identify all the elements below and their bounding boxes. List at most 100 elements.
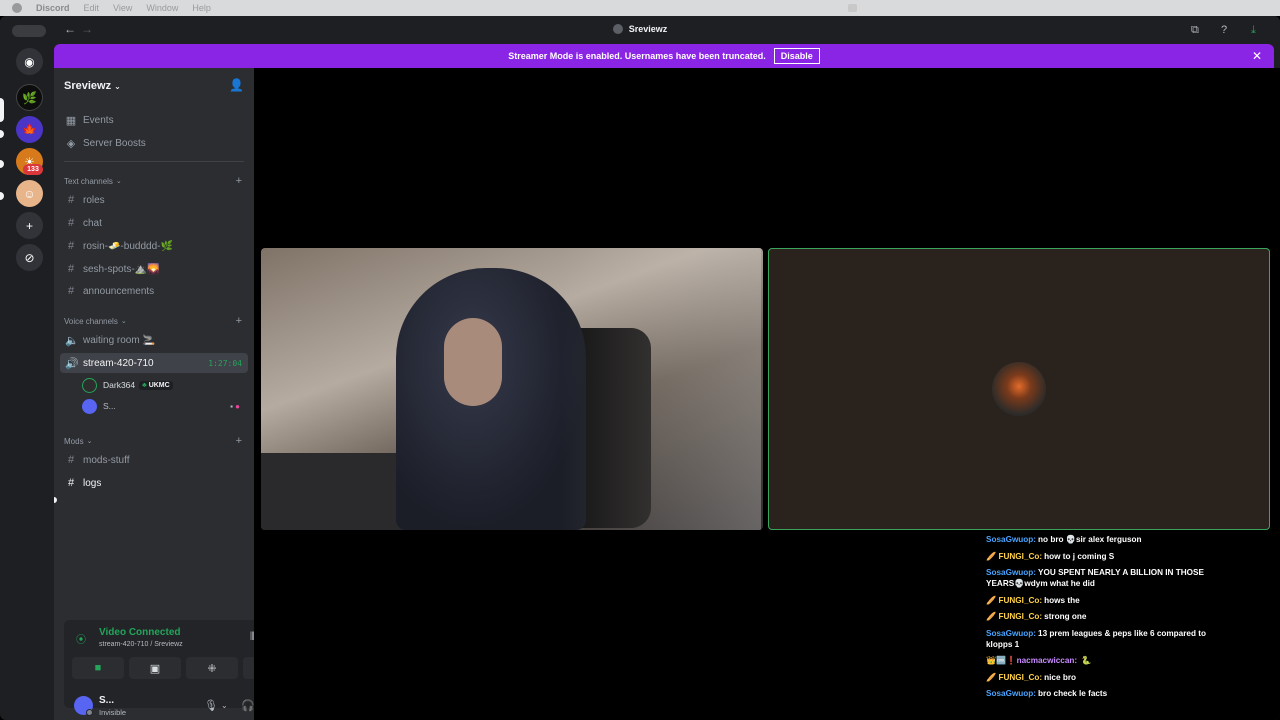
channel-sesh-spots[interactable]: # sesh-spots-⛰️🌄: [60, 259, 248, 279]
chat-message: SosaGwuop: bro check le facts: [986, 688, 1231, 699]
menu-app[interactable]: Discord: [36, 3, 70, 13]
chat-user: FUNGI_Co:: [998, 551, 1043, 561]
video-tile-stream[interactable]: [261, 248, 763, 530]
channel-rosin[interactable]: # rosin-🧈-budddd-🌿: [60, 236, 248, 256]
selected-pill: [0, 98, 4, 122]
video-tile-user[interactable]: [768, 248, 1270, 530]
download-icon[interactable]: ⤓: [1251, 24, 1256, 37]
chat-message: 🥖 FUNGI_Co: nice bro: [986, 672, 1231, 683]
server-leaf-icon[interactable]: 🍁: [16, 116, 43, 143]
voice-user-self[interactable]: S... ▪ ●: [82, 396, 248, 416]
category-mods[interactable]: Mods ⌄ +: [64, 434, 244, 448]
chat-message: 🥖 FUNGI_Co: strong one: [986, 611, 1231, 622]
channel-chat[interactable]: # chat: [60, 213, 248, 233]
unread-pill: [0, 130, 4, 138]
discord-home-icon[interactable]: ◉: [16, 48, 43, 75]
channel-sidebar: Sreviewz ⌄ 👤 ▦ Events ◈ Server Boosts Text …: [54, 68, 304, 720]
add-channel-icon[interactable]: +: [236, 435, 242, 447]
channel-roles[interactable]: # roles: [60, 190, 248, 210]
apple-icon[interactable]: [12, 3, 22, 13]
server-sreviewz-icon[interactable]: 🌿: [16, 84, 43, 111]
hash-icon: #: [67, 194, 75, 206]
hash-icon: #: [67, 240, 75, 252]
chat-text: 🐍: [1081, 656, 1092, 665]
server-header[interactable]: Sreviewz ⌄ 👤: [54, 68, 254, 104]
voice-sub[interactable]: stream-420-710 / Sreviewz: [99, 641, 183, 648]
chevron-down-icon: ⌄: [120, 318, 127, 325]
channel-mods-stuff[interactable]: # mods-stuff: [60, 450, 248, 470]
channel-announcements[interactable]: # announcements: [60, 281, 248, 301]
chat-text: bro check le facts: [1038, 689, 1108, 698]
banner-text: Streamer Mode is enabled. Usernames have…: [508, 51, 766, 61]
chat-text: hows the: [1044, 595, 1080, 605]
server-rail: ◉ 🌿 🍁 ☀ 133 ☺ + ⊘: [0, 44, 56, 720]
close-icon[interactable]: ✕: [1252, 49, 1262, 63]
chat-message: SosaGwuop: YOU SPENT NEARLY A BILLION IN …: [986, 567, 1231, 589]
unread-indicator: [54, 497, 57, 503]
chat-user: nacmacwiccan:: [1016, 656, 1078, 665]
channel-label: sesh-spots-⛰️🌄: [83, 263, 160, 275]
voice-channel-stream[interactable]: 🔊 stream-420-710 1:27:04: [60, 353, 248, 373]
chat-message: 🥖 FUNGI_Co: hows the: [986, 595, 1231, 606]
chat-user: FUNGI_Co:: [998, 612, 1043, 621]
server-boosts-link[interactable]: ◈ Server Boosts: [60, 133, 248, 153]
avatar: [82, 377, 97, 393]
popout-icon[interactable]: ⧉: [1191, 24, 1199, 37]
channel-label: waiting room 🚬: [83, 334, 155, 346]
hash-icon: #: [67, 454, 75, 466]
hash-icon: #: [67, 263, 75, 275]
chat-text: strong one: [1044, 612, 1087, 621]
explore-compass-icon[interactable]: ⊘: [16, 244, 43, 271]
channel-logs[interactable]: # logs: [60, 473, 248, 493]
user-name[interactable]: S...: [99, 695, 114, 706]
category-text-channels[interactable]: Text channels ⌄ +: [64, 174, 244, 188]
category-label: Voice channels: [64, 316, 118, 326]
menu-edit[interactable]: Edit: [84, 3, 100, 13]
add-server-icon[interactable]: +: [16, 212, 43, 239]
menu-view[interactable]: View: [113, 3, 132, 13]
add-channel-icon[interactable]: +: [236, 175, 242, 187]
channel-label: stream-420-710: [83, 357, 154, 369]
microphone-icon[interactable]: 🎙: [204, 699, 218, 712]
voice-user-dark364[interactable]: Dark364 ♣ UKMC: [82, 375, 248, 395]
streamer-mode-banner: Streamer Mode is enabled. Usernames have…: [54, 44, 1274, 68]
disable-streamer-button[interactable]: Disable: [773, 48, 820, 64]
window-title: Sreviewz: [0, 24, 1280, 34]
activities-button[interactable]: ⁜: [186, 657, 238, 679]
calendar-icon: ▦: [65, 114, 77, 127]
chevron-down-icon: ⌄: [115, 178, 122, 185]
chat-user: SosaGwuop:: [986, 535, 1037, 544]
headphones-icon[interactable]: 🎧: [241, 699, 255, 712]
macos-menubar: Discord Edit View Window Help: [0, 0, 1280, 16]
category-label: Text channels: [64, 176, 113, 186]
add-channel-icon[interactable]: +: [236, 315, 242, 327]
screenshare-button[interactable]: ▣: [129, 657, 181, 679]
call-stage: SosaGwuop: no bro 💀sir alex ferguson 🥖 FU…: [254, 68, 1280, 720]
boost-icon: ◈: [66, 137, 76, 150]
menubar-extra-icon[interactable]: [848, 4, 857, 12]
chat-user: FUNGI_Co:: [998, 595, 1043, 605]
camera-button[interactable]: ■: [72, 657, 124, 679]
chat-user: SosaGwuop:: [986, 689, 1037, 698]
events-link[interactable]: ▦ Events: [60, 110, 248, 130]
voice-user-name: S...: [103, 401, 116, 411]
voice-status[interactable]: Video Connected: [99, 627, 181, 638]
voice-channel-waiting-room[interactable]: 🔈 waiting room 🚬: [60, 330, 248, 350]
chat-message: SosaGwuop: no bro 💀sir alex ferguson: [986, 534, 1231, 545]
hash-icon: #: [67, 477, 75, 489]
chat-prefix: 🥖: [986, 612, 997, 621]
invite-icon[interactable]: 👤: [229, 78, 244, 92]
menu-help[interactable]: Help: [192, 3, 211, 13]
menu-window[interactable]: Window: [146, 3, 178, 13]
hash-icon: #: [67, 217, 75, 229]
channel-label: roles: [83, 194, 105, 206]
category-voice-channels[interactable]: Voice channels ⌄ +: [64, 314, 244, 328]
server-avatar-icon[interactable]: ☺: [16, 180, 43, 207]
chat-user: SosaGwuop:: [986, 628, 1037, 638]
chat-prefix: 👑🆒❗: [986, 656, 1017, 665]
signal-icon[interactable]: ⦿: [76, 631, 86, 646]
chevron-down-icon[interactable]: ⌄: [221, 701, 228, 710]
chat-user: SosaGwuop:: [986, 568, 1037, 577]
help-icon[interactable]: ?: [1221, 24, 1227, 36]
video-icon: ■: [94, 662, 102, 674]
